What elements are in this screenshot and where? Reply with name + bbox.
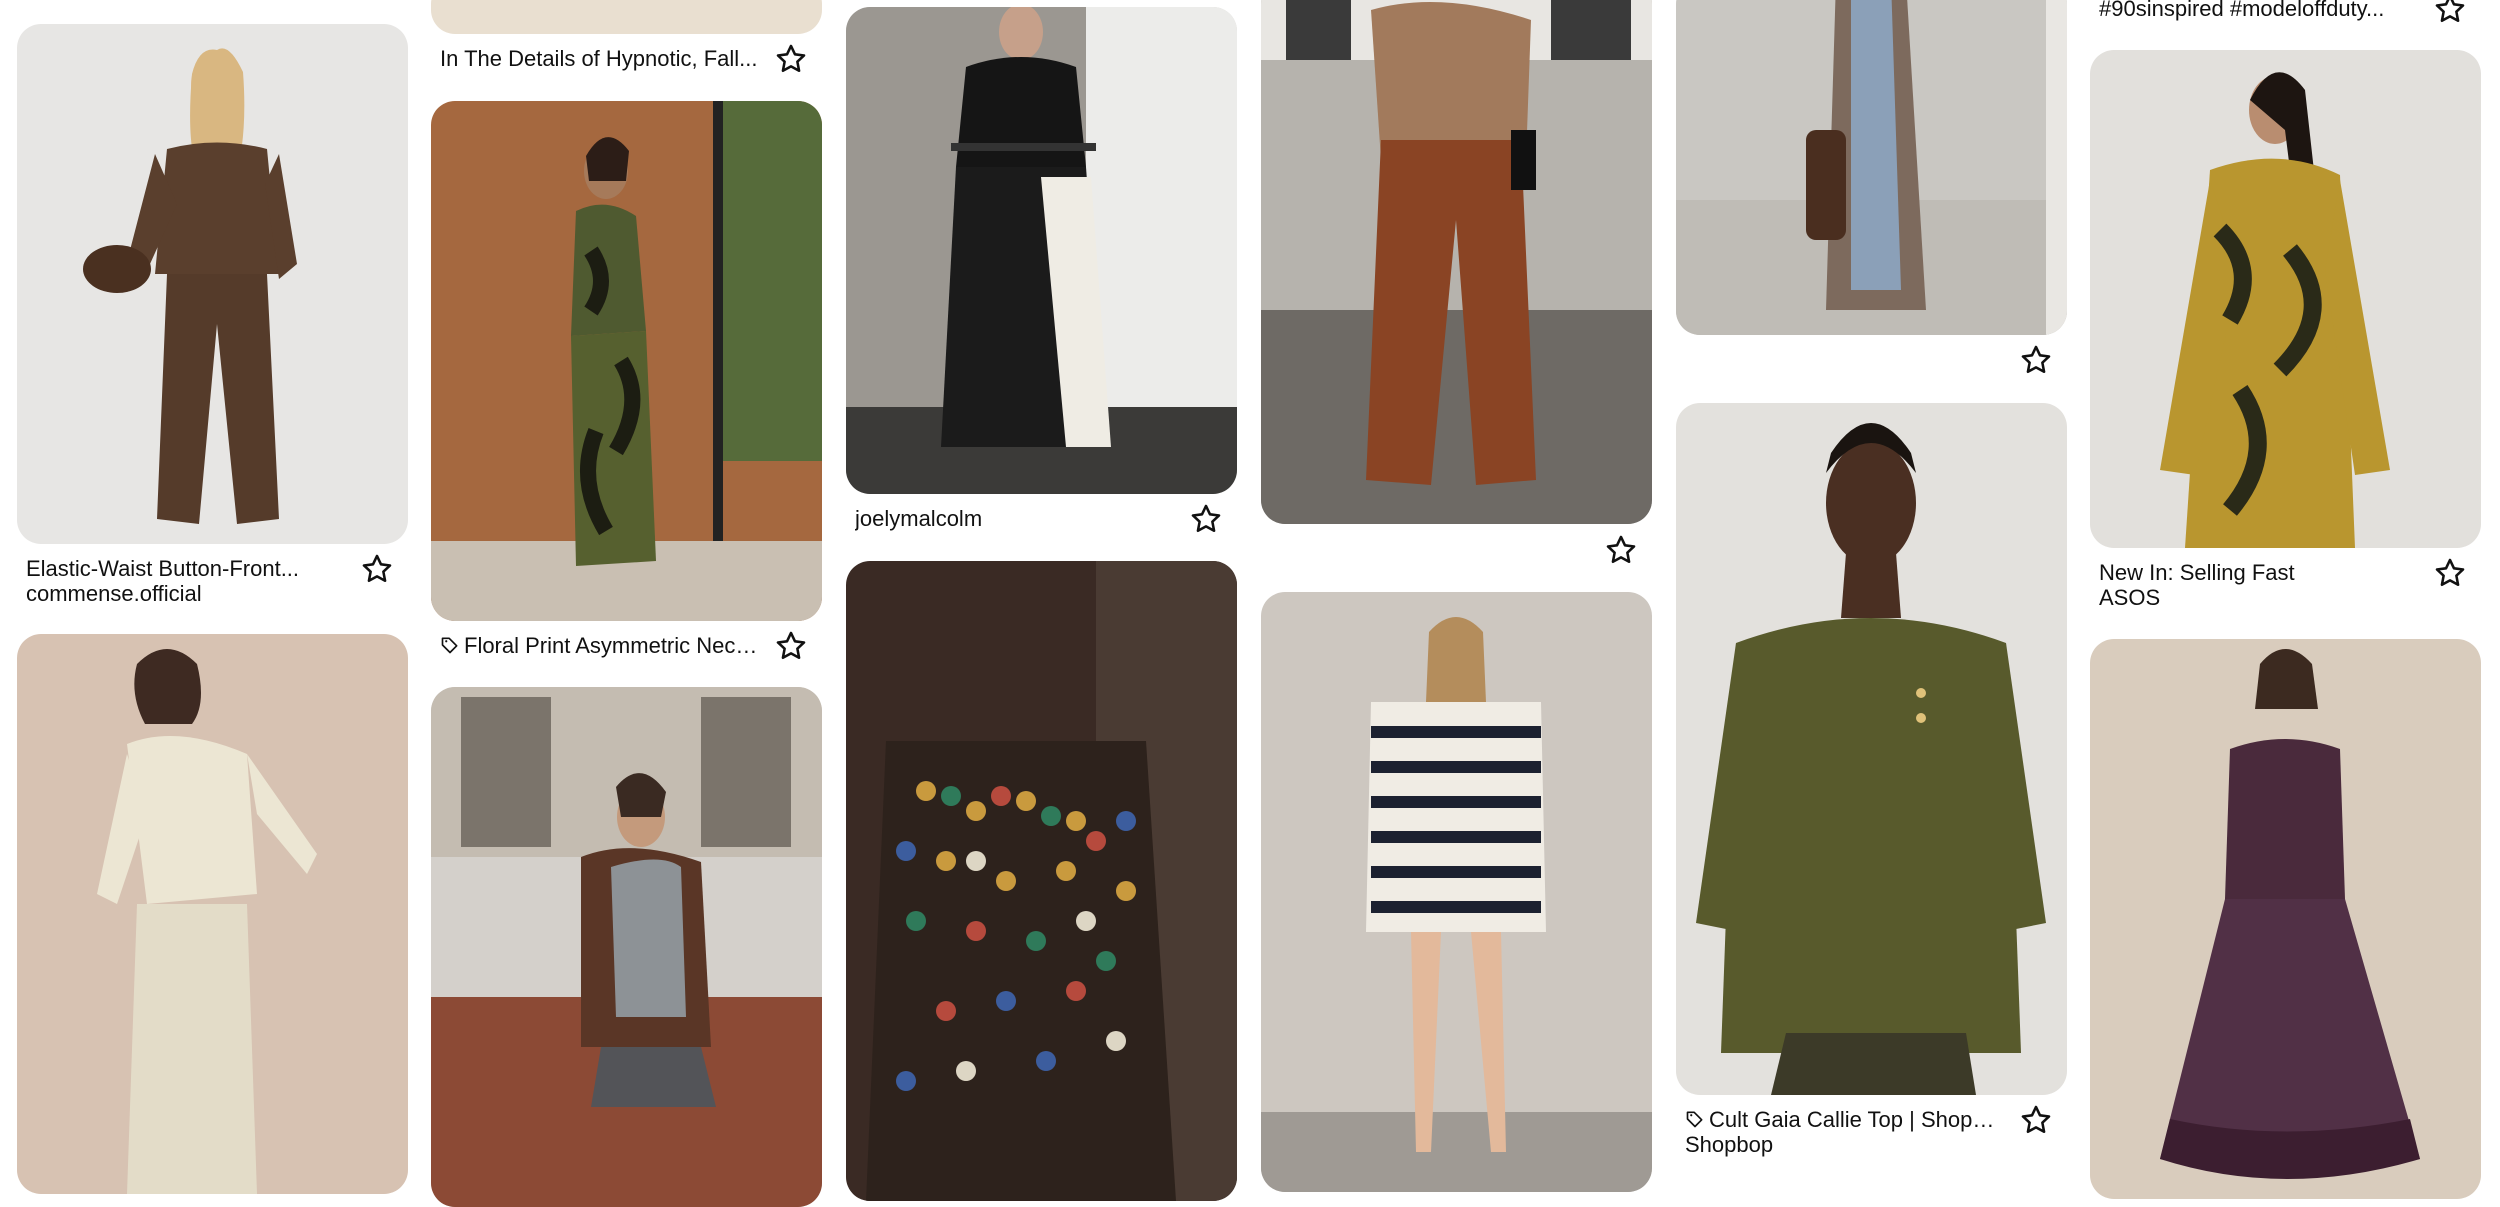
pin-title[interactable]: Elastic-Waist Button-Front... [26,556,344,582]
save-star-button[interactable] [2019,1103,2053,1137]
pin-image[interactable] [1676,403,2067,1095]
save-star-button[interactable] [2433,556,2467,590]
save-star-button[interactable] [774,629,808,663]
tag-icon [1686,1111,1703,1128]
pin-image[interactable] [431,0,822,34]
pin-meta: Elastic-Waist Button-Front... commense.o… [17,554,408,616]
tag-icon [441,637,458,654]
pin-image[interactable] [17,24,408,544]
star-icon [2021,1105,2051,1134]
pin-source[interactable]: Shopbop [1685,1132,2003,1158]
save-star-button[interactable] [2433,0,2467,26]
pin-feed: Elastic-Waist Button-Front... commense.o… [0,0,2500,1207]
pin-title-text: Floral Print Asymmetric Neck... [464,633,758,658]
pin-source[interactable]: ASOS [2099,585,2417,611]
pin-image[interactable] [431,101,822,621]
pin-title[interactable]: joelymalcolm [855,506,1173,532]
pin-image[interactable] [1261,592,1652,1192]
pin-meta: Cult Gaia Callie Top | Shopbop Shopbop [1676,1105,2067,1167]
save-star-button[interactable] [774,42,808,76]
pin-image[interactable] [846,561,1237,1201]
star-icon [2021,345,2051,374]
pin-image[interactable] [1261,0,1652,524]
pin-image[interactable] [1676,0,2067,335]
star-icon [776,44,806,73]
pin-meta: New In: Selling Fast ASOS [2090,558,2481,620]
pin-image[interactable] [17,634,408,1194]
star-icon [2435,0,2465,23]
pin-source[interactable]: commense.official [26,581,344,607]
pin-meta: Floral Print Asymmetric Neck... [431,631,822,693]
pin-image[interactable] [2090,50,2481,548]
save-star-button[interactable] [1604,533,1638,567]
pin-title[interactable]: Floral Print Asymmetric Neck... [440,633,758,659]
pin-title[interactable]: New In: Selling Fast [2099,560,2417,586]
pin-title[interactable]: Cult Gaia Callie Top | Shopbop [1685,1107,2003,1133]
pin-meta [1261,535,1652,597]
save-star-button[interactable] [1189,502,1223,536]
pin-meta [1676,345,2067,407]
pin-image[interactable] [2090,639,2481,1199]
pin-meta: joelymalcolm [846,504,1237,566]
pin-image[interactable] [846,7,1237,494]
star-icon [362,554,392,583]
pin-title-text: Cult Gaia Callie Top | Shopbop [1709,1107,2003,1132]
pin-title[interactable]: In The Details of Hypnotic, Fall... [440,46,758,72]
save-star-button[interactable] [360,552,394,586]
pin-meta: In The Details of Hypnotic, Fall... [431,44,822,106]
pin-meta: #90sinspired #modeloffduty... [2090,0,2481,56]
pin-title[interactable]: #90sinspired #modeloffduty... [2099,0,2417,22]
star-icon [1191,504,1221,533]
star-icon [1606,535,1636,564]
save-star-button[interactable] [2019,343,2053,377]
star-icon [776,631,806,660]
pin-image[interactable] [431,687,822,1207]
star-icon [2435,558,2465,587]
